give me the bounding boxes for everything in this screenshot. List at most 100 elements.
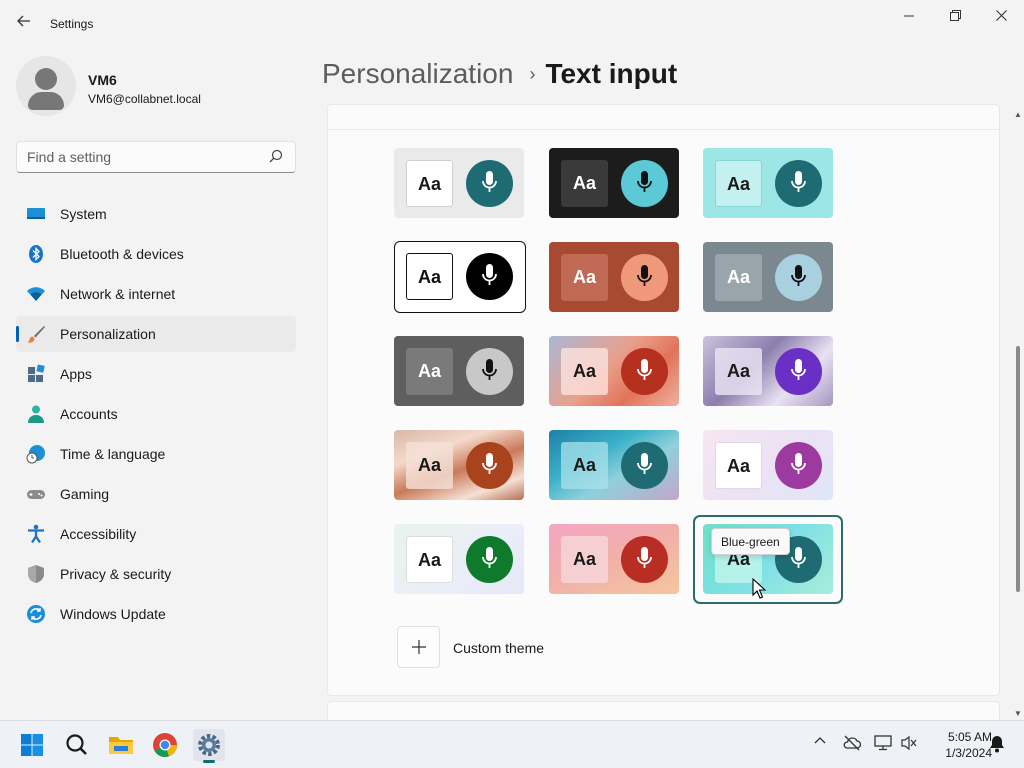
sidebar-item-label: Network & internet [60, 286, 176, 302]
avatar [16, 56, 76, 116]
volume-muted-icon[interactable] [898, 735, 920, 757]
scrollbar-thumb[interactable] [1016, 346, 1020, 592]
breadcrumb: Personalization › Text input [322, 58, 677, 90]
theme-aa-preview: Aa [715, 254, 762, 301]
theme-aa-preview: Aa [715, 348, 762, 395]
theme-tooltip: Blue-green [711, 528, 790, 555]
microphone-icon [621, 254, 668, 301]
settings-icon[interactable] [193, 729, 225, 763]
gaming-icon [26, 484, 46, 504]
network-icon[interactable] [872, 735, 894, 757]
theme-aa-preview: Aa [561, 348, 608, 395]
user-name: VM6 [88, 72, 117, 88]
sidebar-item-bluetooth[interactable]: Bluetooth & devices [16, 236, 296, 272]
custom-theme-button[interactable]: Custom theme [397, 626, 597, 668]
theme-aa-preview: Aa [406, 536, 453, 583]
search-icon[interactable] [269, 149, 285, 165]
sidebar-item-label: Apps [60, 366, 92, 382]
text-input-theme-card[interactable]: Aa [703, 430, 833, 500]
user-email: VM6@collabnet.local [88, 92, 201, 106]
text-input-theme-card[interactable]: Aa [549, 148, 679, 218]
mouse-cursor-icon [752, 577, 767, 605]
start-icon[interactable] [16, 729, 48, 761]
sidebar-item-apps[interactable]: Apps [16, 356, 296, 392]
scroll-down-icon[interactable]: ▼ [1014, 709, 1022, 718]
text-input-theme-card[interactable]: Aa [703, 336, 833, 406]
chevron-right-icon: › [529, 64, 536, 84]
system-icon [26, 204, 46, 224]
app-title: Settings [50, 17, 94, 31]
sidebar-item-label: System [60, 206, 107, 222]
cloud-offline-icon[interactable] [841, 735, 863, 757]
user-profile[interactable]: VM6 VM6@collabnet.local [16, 56, 296, 118]
text-input-theme-card[interactable]: Aa [549, 524, 679, 594]
theme-aa-preview: Aa [406, 348, 453, 395]
microphone-icon [775, 254, 822, 301]
text-input-theme-card[interactable]: Aa [549, 430, 679, 500]
minimize-icon[interactable] [886, 0, 932, 32]
back-arrow-icon[interactable] [12, 12, 36, 36]
clock-time: 5:05 AM [947, 730, 992, 744]
microphone-icon [775, 348, 822, 395]
theme-aa-preview: Aa [715, 442, 762, 489]
wifi-icon [26, 284, 46, 304]
custom-theme-label: Custom theme [453, 640, 545, 656]
title-bar: Settings [0, 0, 1024, 48]
sidebar-item-gaming[interactable]: Gaming [16, 476, 296, 512]
sidebar-item-accounts[interactable]: Accounts [16, 396, 296, 432]
text-input-theme-card[interactable]: Aa [394, 336, 524, 406]
search-box[interactable] [16, 141, 296, 173]
text-input-theme-card[interactable]: Aa [549, 242, 679, 312]
sidebar-item-accessibility[interactable]: Accessibility [16, 516, 296, 552]
microphone-icon [466, 536, 513, 583]
search-icon[interactable] [60, 729, 92, 761]
text-input-theme-card[interactable]: Aa [703, 148, 833, 218]
file-explorer-icon[interactable] [105, 729, 137, 761]
search-input[interactable] [27, 148, 257, 166]
theme-aa-preview: Aa [406, 253, 453, 300]
theme-aa-preview: Aa [406, 442, 453, 489]
taskbar: 5:05 AM 1/3/2024 [0, 720, 1024, 768]
text-input-theme-card[interactable]: Aa [394, 524, 524, 594]
microphone-icon [775, 442, 822, 489]
sidebar-item-windows-update[interactable]: Windows Update [16, 596, 296, 632]
sidebar-item-privacy[interactable]: Privacy & security [16, 556, 296, 592]
chrome-icon[interactable] [149, 729, 181, 761]
sidebar-item-label: Accounts [60, 406, 118, 422]
close-icon[interactable] [978, 0, 1024, 32]
plus-icon[interactable] [397, 626, 440, 668]
microphone-icon [621, 536, 668, 583]
text-input-theme-card[interactable]: Aa [703, 242, 833, 312]
microphone-icon [621, 442, 668, 489]
clock-date: 1/3/2024 [945, 746, 992, 760]
theme-aa-preview: Aa [561, 536, 608, 583]
sidebar-nav: System Bluetooth & devices Network & int… [16, 196, 296, 636]
microphone-icon [621, 348, 668, 395]
sidebar-item-label: Gaming [60, 486, 110, 502]
scroll-up-icon[interactable]: ▲ [1014, 110, 1022, 119]
sidebar-item-label: Bluetooth & devices [60, 246, 184, 262]
sidebar-item-network[interactable]: Network & internet [16, 276, 296, 312]
sidebar-item-time-language[interactable]: Time & language [16, 436, 296, 472]
scrollbar[interactable]: ▲ ▼ [1012, 104, 1024, 720]
shield-icon [26, 564, 46, 584]
microphone-icon [466, 253, 513, 300]
sidebar-item-label: Time & language [60, 446, 166, 462]
text-input-theme-card[interactable]: Aa [394, 430, 524, 500]
text-input-theme-card[interactable]: Aa [394, 241, 526, 313]
accounts-icon [26, 404, 46, 424]
restore-icon[interactable] [932, 0, 978, 32]
text-input-theme-card[interactable]: Aa [394, 148, 524, 218]
notification-bell-icon[interactable] [986, 735, 1008, 757]
sidebar-item-personalization[interactable]: Personalization [16, 316, 296, 352]
taskbar-clock[interactable]: 5:05 AM 1/3/2024 [924, 729, 992, 761]
divider [328, 129, 999, 130]
theme-aa-preview: Aa [561, 442, 608, 489]
text-input-theme-card[interactable]: Aa [549, 336, 679, 406]
chevron-up-icon[interactable] [809, 735, 831, 757]
breadcrumb-parent[interactable]: Personalization [322, 58, 513, 89]
theme-aa-preview: Aa [715, 160, 762, 207]
theme-aa-preview: Aa [561, 254, 608, 301]
sidebar-item-system[interactable]: System [16, 196, 296, 232]
sidebar-item-label: Accessibility [60, 526, 137, 542]
